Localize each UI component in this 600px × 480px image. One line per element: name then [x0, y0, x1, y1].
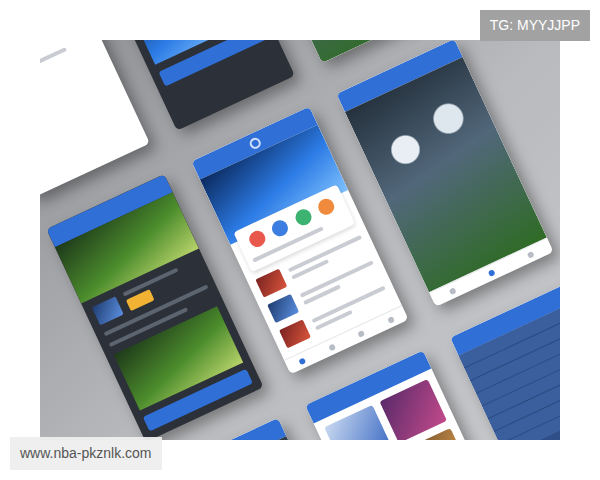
tab-icon[interactable]	[527, 250, 535, 258]
watermark-label: TG: MYYJJPP	[480, 10, 590, 41]
phone-plane	[40, 40, 560, 440]
shortcut-icon[interactable]	[293, 206, 314, 227]
page: TG: MYYJJPP www.nba-pkznlk.com	[0, 0, 600, 480]
shortcut-icon[interactable]	[316, 196, 337, 217]
content	[40, 40, 103, 97]
mockup-canvas	[40, 40, 560, 440]
tab-icon[interactable]	[448, 286, 456, 294]
tab-icon[interactable]	[328, 343, 336, 351]
shortcut-icon[interactable]	[270, 217, 291, 238]
news-item[interactable]	[267, 256, 379, 322]
photo-tile[interactable]	[379, 379, 446, 440]
tab-icon[interactable]	[357, 329, 365, 337]
shortcut-icon[interactable]	[246, 228, 267, 249]
logo-icon	[247, 135, 262, 150]
phone-screen	[40, 40, 150, 198]
tab-icon[interactable]	[487, 268, 495, 276]
tab-icon[interactable]	[387, 315, 395, 323]
tab-icon[interactable]	[298, 356, 306, 364]
watermark-label: www.nba-pkznlk.com	[10, 437, 162, 470]
phone-screen	[450, 282, 560, 440]
news-item[interactable]	[279, 282, 391, 348]
